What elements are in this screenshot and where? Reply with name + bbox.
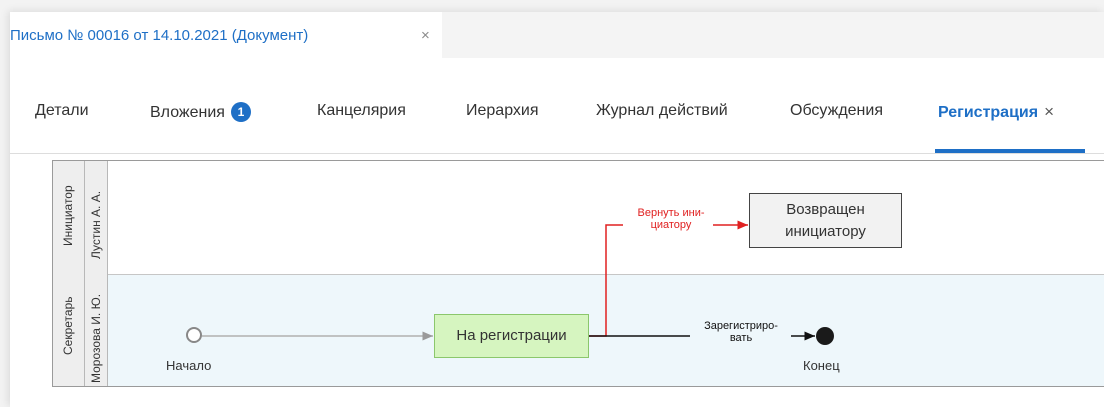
document-tab[interactable]: Письмо № 00016 от 14.10.2021 (Документ) … bbox=[10, 12, 442, 58]
document-window: Письмо № 00016 от 14.10.2021 (Документ) … bbox=[10, 12, 1104, 407]
close-icon[interactable]: × bbox=[421, 27, 430, 44]
document-tab-strip: Письмо № 00016 от 14.10.2021 (Документ) … bbox=[10, 12, 1104, 58]
tab-label: Детали bbox=[35, 102, 89, 119]
tab-label: Канцелярия bbox=[317, 102, 406, 119]
edge-label-line: Зарегистриро- bbox=[704, 320, 778, 332]
section-tabs: Детали Вложения 1 Канцелярия Иерархия Жур… bbox=[10, 72, 1104, 154]
node-returned-to-initiator[interactable]: Возвращен инициатору bbox=[749, 193, 902, 248]
tab-label: Вложения bbox=[150, 104, 225, 121]
tab-registration[interactable]: Регистрация × bbox=[938, 102, 1054, 122]
tab-discussions[interactable]: Обсуждения bbox=[790, 102, 883, 120]
close-icon[interactable]: × bbox=[1044, 102, 1054, 121]
end-label: Конец bbox=[803, 358, 840, 373]
tab-hierarchy[interactable]: Иерархия bbox=[466, 102, 539, 120]
edge-label-line: циатору bbox=[650, 219, 692, 231]
node-label-line: инициатору bbox=[785, 223, 866, 240]
edge-label-line: Вернуть ини- bbox=[637, 207, 705, 219]
tab-attachments[interactable]: Вложения 1 bbox=[150, 102, 251, 122]
document-tab-title[interactable]: Письмо № 00016 от 14.10.2021 (Документ) bbox=[10, 27, 308, 44]
end-event-icon[interactable] bbox=[816, 327, 834, 345]
tab-details[interactable]: Детали bbox=[35, 102, 89, 120]
start-label: Начало bbox=[166, 358, 212, 373]
tabs-divider bbox=[10, 153, 1104, 154]
tab-label: Обсуждения bbox=[790, 102, 883, 119]
process-diagram: Инициатор Секретарь Лустин А. А. Морозов… bbox=[52, 160, 1104, 387]
tab-action-log[interactable]: Журнал действий bbox=[596, 102, 728, 120]
attachments-count-badge: 1 bbox=[230, 102, 251, 122]
tab-label: Журнал действий bbox=[596, 102, 728, 119]
start-event-icon[interactable] bbox=[186, 327, 202, 343]
tab-label: Регистрация bbox=[938, 104, 1039, 121]
node-label-line: Возвращен bbox=[786, 201, 865, 218]
edge-label-line: вать bbox=[729, 332, 753, 344]
node-on-registration[interactable]: На регистрации bbox=[434, 314, 589, 358]
tab-office[interactable]: Канцелярия bbox=[317, 102, 406, 120]
edge-return bbox=[589, 224, 623, 337]
edge-label-register: Зарегистриро- вать bbox=[691, 320, 791, 344]
edge-label-return: Вернуть ини- циатору bbox=[621, 207, 721, 231]
tab-label: Иерархия bbox=[466, 102, 539, 119]
